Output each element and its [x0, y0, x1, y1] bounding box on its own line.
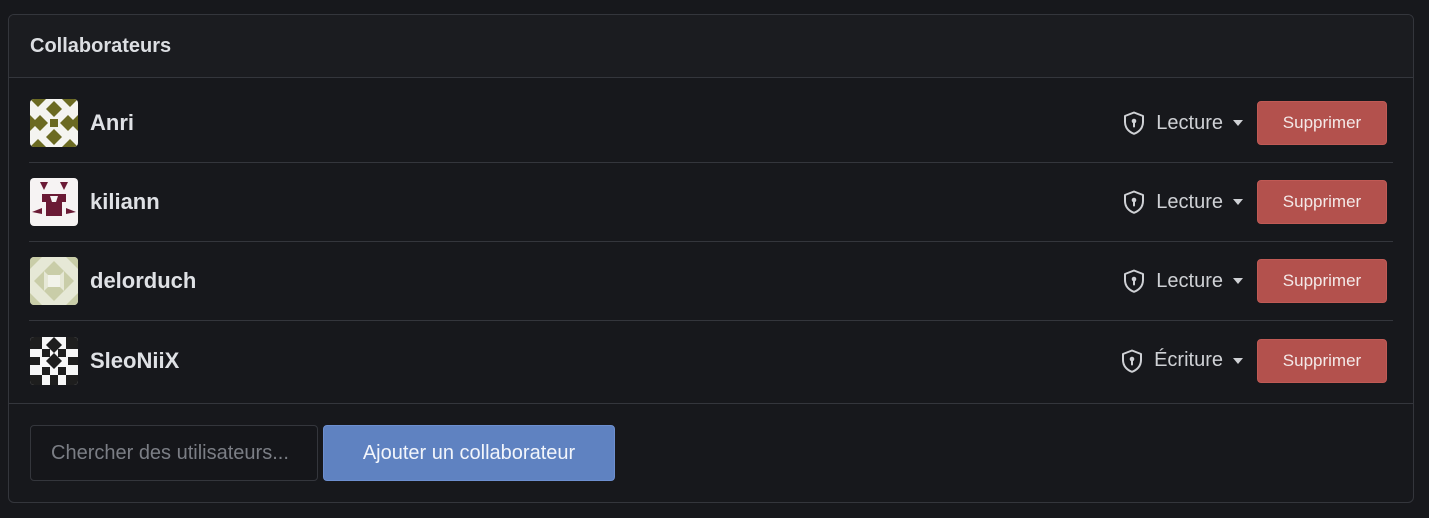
permission-dropdown[interactable]: Lecture	[1123, 190, 1243, 214]
collaborator-row: delorduch Lecture Supprimer	[29, 242, 1393, 321]
avatar	[30, 178, 78, 226]
identicon-kiliann-icon	[30, 178, 78, 226]
identicon-delorduch-icon	[30, 257, 78, 305]
caret-down-icon	[1233, 120, 1243, 126]
collaborator-list: Anri Lecture Supprimer kiliann Lecture S…	[9, 78, 1413, 400]
avatar	[30, 336, 78, 385]
add-collaborator-button[interactable]: Ajouter un collaborateur	[323, 425, 615, 481]
delete-collaborator-button[interactable]: Supprimer	[1257, 259, 1387, 303]
avatar	[30, 257, 78, 305]
panel-footer: Ajouter un collaborateur	[9, 403, 1413, 502]
identicon-sleoniix-icon	[30, 336, 78, 385]
panel-header: Collaborateurs	[9, 15, 1413, 78]
collaborator-username[interactable]: delorduch	[90, 268, 1123, 294]
collaborator-username[interactable]: SleoNiiX	[90, 348, 1121, 374]
shield-icon	[1121, 349, 1143, 373]
permission-dropdown[interactable]: Lecture	[1123, 111, 1243, 135]
permission-dropdown[interactable]: Lecture	[1123, 269, 1243, 293]
collaborator-row: kiliann Lecture Supprimer	[29, 163, 1393, 242]
permission-dropdown[interactable]: Écriture	[1121, 349, 1243, 373]
user-search-input[interactable]	[30, 425, 318, 481]
collaborator-row: Anri Lecture Supprimer	[29, 84, 1393, 163]
delete-collaborator-button[interactable]: Supprimer	[1257, 338, 1387, 383]
delete-collaborator-button[interactable]: Supprimer	[1257, 101, 1387, 145]
collaborator-username[interactable]: Anri	[90, 110, 1123, 136]
caret-down-icon	[1233, 357, 1243, 364]
identicon-anri-icon	[30, 99, 78, 147]
caret-down-icon	[1233, 199, 1243, 205]
delete-collaborator-button[interactable]: Supprimer	[1257, 180, 1387, 224]
shield-icon	[1123, 269, 1145, 293]
permission-label: Lecture	[1156, 269, 1223, 292]
shield-icon	[1123, 190, 1145, 214]
collaborator-row: SleoNiiX Écriture Supprimer	[29, 321, 1393, 400]
permission-label: Lecture	[1156, 111, 1223, 134]
shield-icon	[1123, 111, 1145, 135]
caret-down-icon	[1233, 278, 1243, 284]
permission-label: Écriture	[1154, 349, 1223, 371]
collaborator-username[interactable]: kiliann	[90, 189, 1123, 215]
avatar	[30, 99, 78, 147]
collaborators-panel: Collaborateurs Anri Lecture Supprimer ki…	[8, 14, 1414, 503]
panel-title: Collaborateurs	[30, 34, 172, 57]
permission-label: Lecture	[1156, 190, 1223, 213]
